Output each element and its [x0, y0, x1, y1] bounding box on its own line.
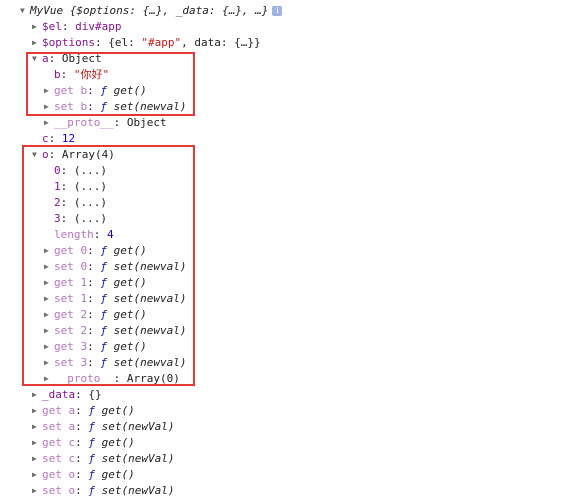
accessor-sig: set(newVal): [101, 452, 175, 465]
expand-arrow-icon[interactable]: ▶: [44, 115, 54, 131]
options-key: $options: [42, 36, 95, 49]
collapse-arrow-icon[interactable]: ▼: [20, 3, 30, 19]
expand-arrow-icon[interactable]: ▶: [32, 419, 42, 435]
accessor-label: set o: [42, 484, 76, 497]
root-preview: {$options: {…}, _data: {…}, …}: [69, 4, 269, 17]
accessor-label: get o: [42, 468, 76, 481]
data-value: {}: [88, 388, 102, 401]
accessor-sig: get(): [101, 468, 135, 481]
accessor-label: get c: [42, 436, 76, 449]
function-icon: ƒ: [88, 484, 95, 497]
options-value-part: {el:: [108, 36, 142, 49]
accessor-sig: set(newVal): [101, 484, 175, 497]
accessor-row[interactable]: ▶ get a: ƒ get(): [32, 403, 135, 419]
highlight-box-o: [22, 145, 195, 386]
expand-arrow-icon[interactable]: ▶: [32, 451, 42, 467]
function-icon: ƒ: [88, 452, 95, 465]
accessor-label: get a: [42, 404, 76, 417]
accessor-label: set c: [42, 452, 76, 465]
expand-arrow-icon[interactable]: ▶: [32, 35, 42, 51]
accessor-row[interactable]: ▶ get c: ƒ get(): [32, 435, 135, 451]
expand-arrow-icon[interactable]: ▶: [32, 483, 42, 499]
function-icon: ƒ: [88, 420, 95, 433]
accessor-sig: get(): [101, 436, 135, 449]
accessor-sig: get(): [101, 404, 135, 417]
c-value: 12: [61, 132, 76, 145]
el-key: $el: [42, 20, 62, 33]
c-key: c: [42, 132, 49, 145]
el-value: div#app: [75, 20, 122, 33]
accessor-sig: set(newVal): [101, 420, 175, 433]
el-row[interactable]: ▶ $el: div#app: [32, 19, 121, 35]
root-name: MyVue: [30, 4, 64, 17]
proto-value: Object: [126, 116, 167, 129]
expand-arrow-icon[interactable]: ▶: [32, 387, 42, 403]
expand-arrow-icon[interactable]: ▶: [32, 19, 42, 35]
root-row[interactable]: ▼ MyVue {$options: {…}, _data: {…}, …} i: [20, 3, 283, 19]
options-row[interactable]: ▶ $options: {el: "#app", data: {…}}: [32, 35, 261, 51]
accessor-label: set a: [42, 420, 76, 433]
accessor-row[interactable]: ▶ get o: ƒ get(): [32, 467, 135, 483]
data-row[interactable]: ▶ _data: {}: [32, 387, 102, 403]
expand-arrow-icon[interactable]: ▶: [32, 435, 42, 451]
function-icon: ƒ: [88, 468, 95, 481]
function-icon: ƒ: [88, 404, 95, 417]
accessor-row[interactable]: ▶ set c: ƒ set(newVal): [32, 451, 174, 467]
info-icon[interactable]: i: [272, 6, 283, 16]
proto-key: __proto__: [54, 116, 114, 129]
expand-arrow-icon[interactable]: ▶: [32, 403, 42, 419]
a-proto-row[interactable]: ▶ __proto__: Object: [44, 115, 167, 131]
options-value-string: "#app": [141, 36, 182, 49]
accessor-row[interactable]: ▶ set o: ƒ set(newVal): [32, 483, 174, 499]
expand-arrow-icon[interactable]: ▶: [32, 467, 42, 483]
highlight-box-a: [26, 52, 195, 116]
options-value-rest: , data: {…}}: [181, 36, 261, 49]
accessor-row[interactable]: ▶ set a: ƒ set(newVal): [32, 419, 174, 435]
function-icon: ƒ: [88, 436, 95, 449]
data-key: _data: [42, 388, 76, 401]
